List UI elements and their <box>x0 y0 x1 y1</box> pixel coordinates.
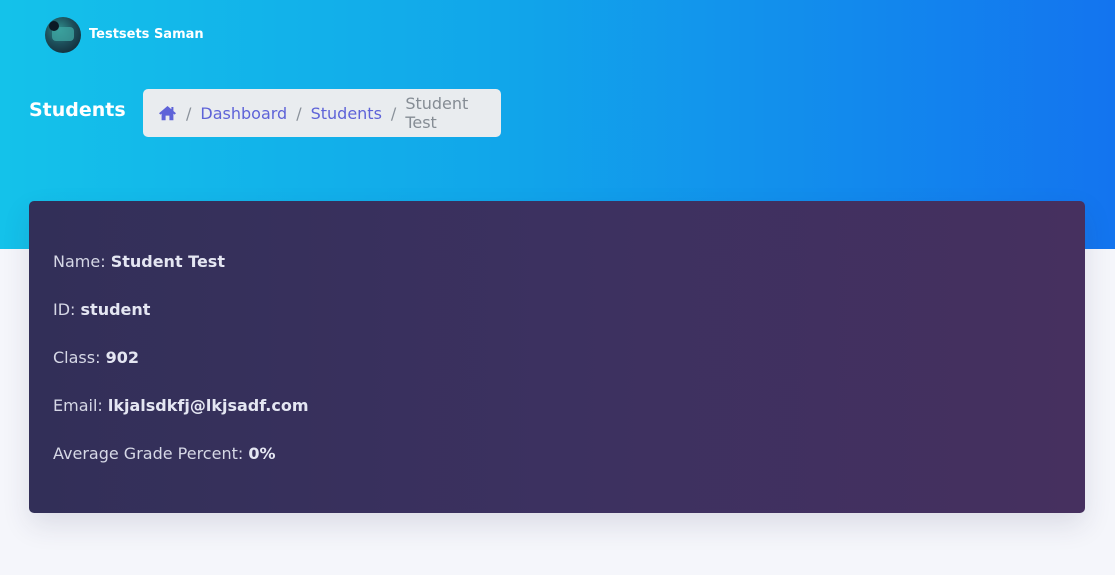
breadcrumb: / Dashboard / Students / Student Test <box>143 89 501 137</box>
student-name-row: Name: Student Test <box>53 252 225 271</box>
breadcrumb-students-link[interactable]: Students <box>311 104 382 123</box>
student-average-grade-value: 0% <box>248 444 276 463</box>
home-icon[interactable] <box>158 105 177 121</box>
breadcrumb-separator: / <box>186 103 192 123</box>
page-title: Students <box>29 99 126 121</box>
field-label: Class: <box>53 348 106 367</box>
student-class-value: 902 <box>105 348 139 367</box>
student-details-card: Name: Student Test ID: student Class: 90… <box>29 201 1085 513</box>
student-average-grade-row: Average Grade Percent: 0% <box>53 444 276 463</box>
user-menu[interactable]: Testsets Saman <box>45 16 204 53</box>
field-label: Average Grade Percent: <box>53 444 249 463</box>
breadcrumb-dashboard-link[interactable]: Dashboard <box>200 104 287 123</box>
breadcrumb-separator: / <box>390 103 397 123</box>
avatar[interactable] <box>45 16 81 53</box>
field-label: Email: <box>53 396 108 415</box>
student-email-row: Email: lkjalsdkfj@lkjsadf.com <box>53 396 309 415</box>
student-id-row: ID: student <box>53 300 150 319</box>
breadcrumb-current: Student Test <box>405 94 469 132</box>
student-email-value: lkjalsdkfj@lkjsadf.com <box>107 396 309 415</box>
field-label: ID: <box>53 300 81 319</box>
user-name[interactable]: Testsets Saman <box>89 27 204 42</box>
student-class-row: Class: 902 <box>53 348 139 367</box>
field-label: Name: <box>53 252 111 271</box>
breadcrumb-separator: / <box>296 103 302 123</box>
student-name-value: Student Test <box>110 252 225 271</box>
student-id-value: student <box>80 300 151 319</box>
